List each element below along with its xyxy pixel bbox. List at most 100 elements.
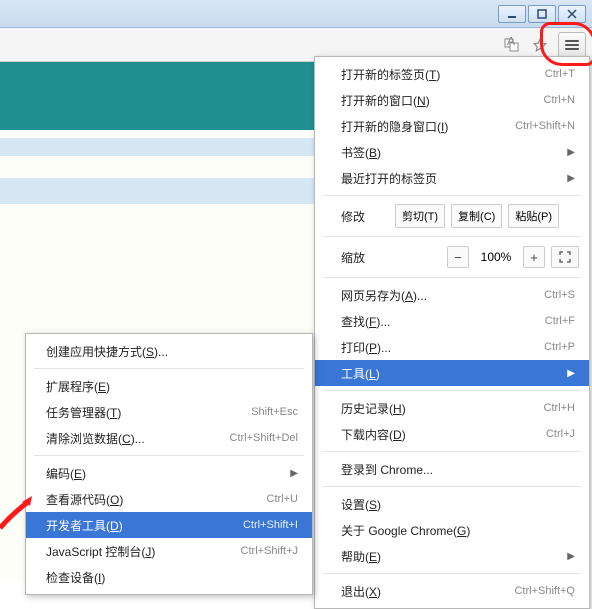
menu-label: 工具(L) [341, 365, 380, 382]
menu-exit[interactable]: 退出(X) Ctrl+Shift+Q [315, 578, 589, 604]
menu-separator [323, 277, 581, 278]
menu-label: 历史记录(H) [341, 400, 406, 417]
menu-label: 书签(B) [341, 144, 381, 161]
translate-icon[interactable]: A [502, 35, 522, 55]
menu-separator [323, 236, 581, 237]
menu-shortcut: Ctrl+Shift+Del [230, 432, 298, 444]
menu-separator [34, 368, 304, 369]
menu-label: 编码(E) [46, 465, 86, 482]
menu-label: 检查设备(I) [46, 569, 105, 586]
menu-label: 登录到 Chrome... [341, 461, 433, 478]
menu-settings[interactable]: 设置(S) [315, 491, 589, 517]
menu-save-as[interactable]: 网页另存为(A)... Ctrl+S [315, 282, 589, 308]
menu-label: 任务管理器(T) [46, 404, 121, 421]
menu-shortcut: Ctrl+S [544, 289, 575, 301]
menu-shortcut: Ctrl+Shift+Q [514, 585, 575, 597]
menu-recent-tabs[interactable]: 最近打开的标签页 ▶ [315, 165, 589, 191]
menu-label: 打开新的窗口(N) [341, 92, 430, 109]
menu-label: 帮助(E) [341, 548, 381, 565]
menu-shortcut: Ctrl+J [546, 428, 575, 440]
submenu-create-shortcuts[interactable]: 创建应用快捷方式(S)... [26, 338, 312, 364]
menu-shortcut: Ctrl+U [267, 493, 298, 505]
submenu-inspect-devices[interactable]: 检查设备(I) [26, 564, 312, 590]
menu-label: 最近打开的标签页 [341, 170, 437, 187]
menu-label: 缩放 [341, 249, 389, 266]
menu-label: 清除浏览数据(C)... [46, 430, 145, 447]
main-menu: 打开新的标签页(T) Ctrl+T 打开新的窗口(N) Ctrl+N 打开新的隐… [314, 56, 590, 609]
menu-edit-row: 修改 剪切(T) 复制(C) 粘贴(P) [315, 200, 589, 232]
submenu-arrow-icon: ▶ [290, 468, 298, 479]
submenu-encoding[interactable]: 编码(E) ▶ [26, 460, 312, 486]
menu-history[interactable]: 历史记录(H) Ctrl+H [315, 395, 589, 421]
window-titlebar [0, 0, 592, 28]
menu-label: JavaScript 控制台(J) [46, 543, 155, 560]
page-strip [0, 138, 315, 156]
menu-find[interactable]: 查找(F)... Ctrl+F [315, 308, 589, 334]
menu-label: 修改 [341, 208, 389, 225]
menu-shortcut: Ctrl+Shift+N [515, 120, 575, 132]
menu-print[interactable]: 打印(P)... Ctrl+P [315, 334, 589, 360]
menu-label: 扩展程序(E) [46, 378, 110, 395]
svg-text:A: A [507, 37, 515, 48]
menu-separator [323, 195, 581, 196]
menu-label: 设置(S) [341, 496, 381, 513]
hamburger-icon [565, 40, 579, 50]
menu-signin[interactable]: 登录到 Chrome... [315, 456, 589, 482]
menu-shortcut: Ctrl+H [544, 402, 575, 414]
menu-about[interactable]: 关于 Google Chrome(G) [315, 517, 589, 543]
menu-downloads[interactable]: 下载内容(D) Ctrl+J [315, 421, 589, 447]
menu-separator [34, 455, 304, 456]
menu-label: 查看源代码(O) [46, 491, 123, 508]
menu-separator [323, 451, 581, 452]
submenu-js-console[interactable]: JavaScript 控制台(J) Ctrl+Shift+J [26, 538, 312, 564]
submenu-view-source[interactable]: 查看源代码(O) Ctrl+U [26, 486, 312, 512]
menu-help[interactable]: 帮助(E) ▶ [315, 543, 589, 569]
menu-label: 打开新的标签页(T) [341, 66, 440, 83]
menu-label: 关于 Google Chrome(G) [341, 522, 470, 539]
page-header-block [0, 62, 315, 130]
menu-separator [323, 486, 581, 487]
menu-label: 创建应用快捷方式(S)... [46, 343, 168, 360]
menu-label: 开发者工具(D) [46, 517, 123, 534]
bookmark-star-icon[interactable] [530, 35, 550, 55]
menu-label: 打印(P)... [341, 339, 391, 356]
cut-button[interactable]: 剪切(T) [395, 204, 445, 228]
submenu-clear-data[interactable]: 清除浏览数据(C)... Ctrl+Shift+Del [26, 425, 312, 451]
menu-shortcut: Ctrl+N [544, 94, 575, 106]
menu-shortcut: Ctrl+P [544, 341, 575, 353]
zoom-out-button[interactable]: − [447, 246, 469, 268]
fullscreen-button[interactable] [551, 246, 579, 268]
submenu-arrow-icon: ▶ [567, 147, 575, 158]
close-button[interactable] [558, 5, 586, 23]
menu-zoom-row: 缩放 − 100% + [315, 241, 589, 273]
menu-label: 下载内容(D) [341, 426, 406, 443]
minimize-button[interactable] [498, 5, 526, 23]
paste-button[interactable]: 粘贴(P) [508, 204, 559, 228]
menu-label: 网页另存为(A)... [341, 287, 427, 304]
menu-incognito[interactable]: 打开新的隐身窗口(I) Ctrl+Shift+N [315, 113, 589, 139]
menu-label: 查找(F)... [341, 313, 390, 330]
menu-bookmarks[interactable]: 书签(B) ▶ [315, 139, 589, 165]
zoom-value: 100% [475, 250, 517, 264]
main-menu-button[interactable] [558, 32, 586, 58]
menu-separator [323, 573, 581, 574]
menu-shortcut: Ctrl+Shift+J [241, 545, 298, 557]
copy-button[interactable]: 复制(C) [451, 204, 502, 228]
zoom-in-button[interactable]: + [523, 246, 545, 268]
submenu-arrow-icon: ▶ [567, 173, 575, 184]
menu-new-window[interactable]: 打开新的窗口(N) Ctrl+N [315, 87, 589, 113]
submenu-arrow-icon: ▶ [567, 368, 575, 379]
menu-new-tab[interactable]: 打开新的标签页(T) Ctrl+T [315, 61, 589, 87]
tools-submenu: 创建应用快捷方式(S)... 扩展程序(E) 任务管理器(T) Shift+Es… [25, 333, 313, 595]
menu-separator [323, 390, 581, 391]
submenu-task-manager[interactable]: 任务管理器(T) Shift+Esc [26, 399, 312, 425]
menu-label: 打开新的隐身窗口(I) [341, 118, 448, 135]
submenu-arrow-icon: ▶ [567, 551, 575, 562]
submenu-extensions[interactable]: 扩展程序(E) [26, 373, 312, 399]
menu-shortcut: Shift+Esc [251, 406, 298, 418]
menu-label: 退出(X) [341, 583, 381, 600]
maximize-button[interactable] [528, 5, 556, 23]
menu-shortcut: Ctrl+F [545, 315, 575, 327]
menu-tools[interactable]: 工具(L) ▶ [315, 360, 589, 386]
submenu-devtools[interactable]: 开发者工具(D) Ctrl+Shift+I [26, 512, 312, 538]
